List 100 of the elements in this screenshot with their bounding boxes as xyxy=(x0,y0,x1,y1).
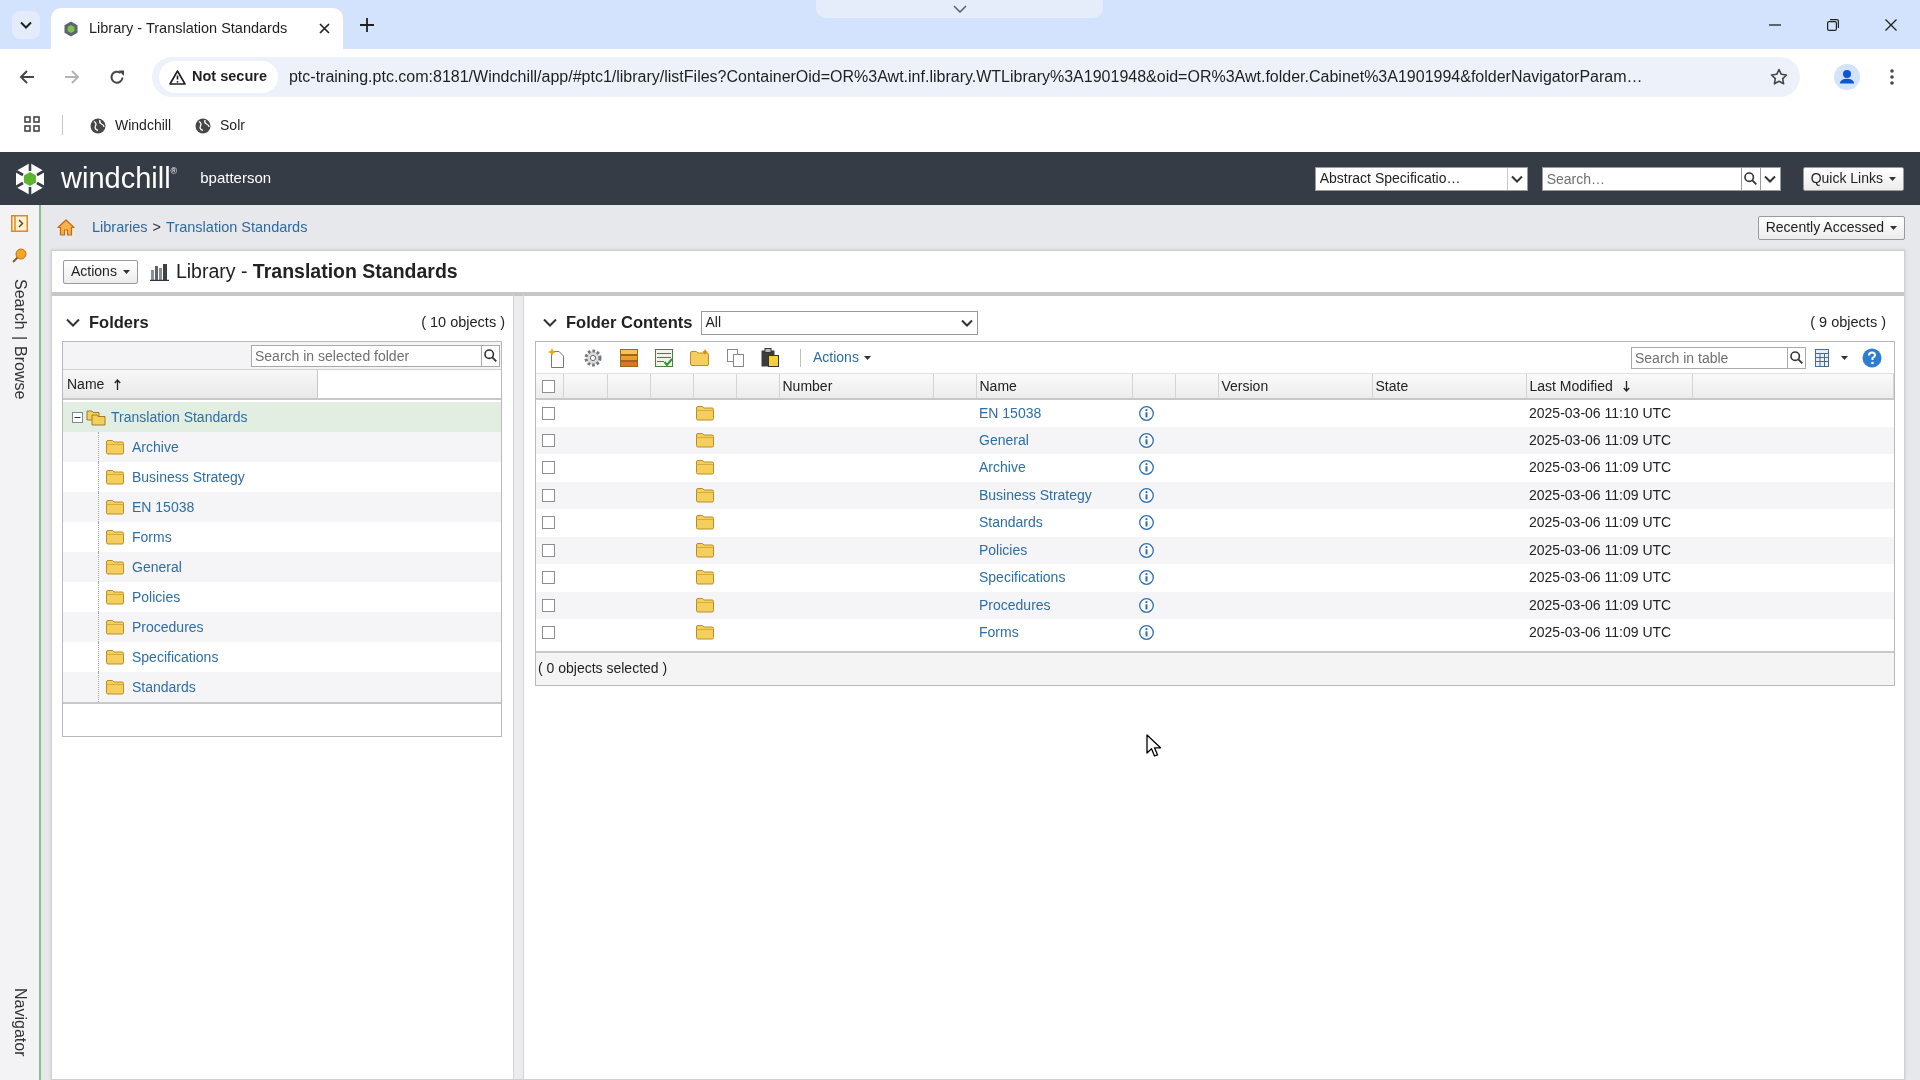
actions-menu[interactable]: Actions xyxy=(813,347,871,368)
row-checkbox[interactable] xyxy=(542,543,555,557)
copy-icon[interactable] xyxy=(727,348,744,367)
row-checkbox[interactable] xyxy=(542,461,555,475)
paste-icon[interactable] xyxy=(761,348,779,367)
tree-row[interactable]: Procedures xyxy=(63,612,501,642)
folder-link[interactable]: EN 15038 xyxy=(132,496,195,518)
checklist-icon[interactable] xyxy=(655,348,673,367)
search-button[interactable] xyxy=(1740,166,1761,191)
breadcrumb-link[interactable]: Translation Standards xyxy=(166,216,308,239)
search-button[interactable] xyxy=(481,344,500,367)
collapse-icon[interactable] xyxy=(72,411,83,423)
search-field[interactable]: Search in selected folder xyxy=(251,344,481,367)
select-all-checkbox[interactable] xyxy=(542,379,555,393)
info-icon[interactable] xyxy=(1139,515,1154,531)
folder-link[interactable]: Translation Standards xyxy=(111,406,248,428)
sort-up-arrow-icon[interactable] xyxy=(114,378,122,390)
recently-accessed-button[interactable]: Recently Accessed xyxy=(1757,215,1905,240)
column-header[interactable]: Last Modified xyxy=(1526,374,1692,399)
search-field[interactable]: Search in table xyxy=(1631,346,1787,369)
column-header[interactable]: Name xyxy=(976,374,1132,399)
tree-row[interactable]: Forms xyxy=(63,522,501,552)
gear-icon[interactable] xyxy=(583,347,603,368)
folder-link[interactable]: Archive xyxy=(979,459,1026,476)
tree-row[interactable]: Standards xyxy=(63,672,501,702)
sort-down-arrow-icon[interactable] xyxy=(1622,380,1630,392)
row-checkbox[interactable] xyxy=(542,598,555,612)
tree-row[interactable]: Business Strategy xyxy=(63,462,501,492)
browser-tab[interactable]: Library - Translation Standards xyxy=(51,8,343,49)
chevron-down-icon[interactable] xyxy=(543,318,557,327)
folder-link[interactable]: Procedures xyxy=(132,616,204,638)
tab-search-handle[interactable] xyxy=(816,0,1103,18)
info-icon[interactable] xyxy=(1139,405,1154,421)
row-checkbox[interactable] xyxy=(542,626,555,640)
folder-icon xyxy=(106,649,124,665)
info-icon[interactable] xyxy=(1139,460,1154,476)
tree-row[interactable]: EN 15038 xyxy=(63,492,501,522)
row-checkbox[interactable] xyxy=(542,516,555,530)
info-icon[interactable] xyxy=(1139,570,1154,586)
side-nav-link[interactable]: Search xyxy=(7,279,32,330)
column-header[interactable]: Number xyxy=(779,374,933,399)
folder-link[interactable]: Standards xyxy=(132,676,196,698)
row-checkbox[interactable] xyxy=(542,488,555,502)
quick-links-button[interactable]: Quick Links xyxy=(1802,166,1904,191)
side-nav-link[interactable]: Browse xyxy=(7,345,32,400)
folder-link[interactable]: Business Strategy xyxy=(132,466,245,488)
breadcrumb-link[interactable]: Libraries xyxy=(92,216,148,239)
info-icon[interactable] xyxy=(1139,432,1154,448)
actions-button[interactable]: Actions xyxy=(63,259,138,284)
address-bar[interactable]: Not secure ptc-training.ptc.com:8181/Windchill/app/#ptc1/library/listFiles?ContainerOid=OR%3Awt.inf.library.WTLibrary%3A1901948&oid=OR%3Awt.folder.Cabinet%3A1901994&folderNavigatorParam… xyxy=(152,57,1800,97)
star-icon xyxy=(1770,68,1788,86)
new-folder-icon[interactable] xyxy=(690,349,710,366)
tree-row[interactable]: Specifications xyxy=(63,642,501,672)
folder-link[interactable]: Specifications xyxy=(132,646,219,668)
search-icon xyxy=(484,349,497,362)
folder-link[interactable]: Specifications xyxy=(979,569,1066,586)
stack-icon[interactable] xyxy=(620,348,638,367)
security-chip[interactable]: Not secure xyxy=(159,61,278,93)
folder-link[interactable]: Policies xyxy=(979,541,1028,558)
info-icon[interactable] xyxy=(1139,542,1154,558)
caret-icon xyxy=(1889,176,1896,181)
navigator-tab[interactable]: Navigator xyxy=(7,987,32,1056)
row-checkbox[interactable] xyxy=(542,433,555,447)
filter-select[interactable]: All xyxy=(700,310,978,335)
folder-icon xyxy=(696,597,714,613)
new-document-icon[interactable] xyxy=(548,347,566,368)
tab-list-button[interactable] xyxy=(12,11,40,39)
column-header[interactable]: Name xyxy=(63,370,318,398)
help-icon[interactable] xyxy=(1862,347,1882,368)
info-icon[interactable] xyxy=(1139,597,1154,613)
column-header[interactable]: Version xyxy=(1218,374,1372,399)
folder-link[interactable]: Policies xyxy=(132,586,181,608)
folder-link[interactable]: Forms xyxy=(132,526,172,548)
info-icon[interactable] xyxy=(1139,487,1154,503)
row-checkbox[interactable] xyxy=(542,571,555,585)
tree-row[interactable]: Archive xyxy=(63,432,501,462)
search-icon[interactable] xyxy=(12,248,27,263)
tree-row[interactable]: Policies xyxy=(63,582,501,612)
context-select[interactable]: Abstract Specificatio… xyxy=(1314,166,1528,191)
tree-row[interactable]: Translation Standards xyxy=(63,402,501,432)
row-checkbox[interactable] xyxy=(542,406,555,420)
home-icon[interactable] xyxy=(57,219,75,236)
panel-expand-icon[interactable] xyxy=(11,215,28,232)
folder-link[interactable]: Forms xyxy=(979,624,1019,641)
tree-row[interactable]: General xyxy=(63,552,501,582)
search-field[interactable]: Search… xyxy=(1541,166,1741,191)
search-button[interactable] xyxy=(1787,346,1806,369)
folder-link[interactable]: EN 15038 xyxy=(979,404,1042,421)
folder-link[interactable]: Archive xyxy=(132,436,179,458)
bookmark-link[interactable]: Windchill xyxy=(82,112,179,139)
column-header[interactable]: State xyxy=(1372,374,1526,399)
folder-link[interactable]: Standards xyxy=(979,514,1043,531)
folder-link[interactable]: General xyxy=(979,431,1029,448)
table-view-icon[interactable] xyxy=(1815,348,1829,367)
info-icon[interactable] xyxy=(1139,625,1154,641)
chevron-down-icon[interactable] xyxy=(66,318,80,327)
folder-link[interactable]: General xyxy=(132,556,182,578)
search-options-button[interactable] xyxy=(1760,166,1781,191)
bookmark-link[interactable]: Solr xyxy=(187,112,253,139)
caret-icon[interactable] xyxy=(1841,355,1848,360)
